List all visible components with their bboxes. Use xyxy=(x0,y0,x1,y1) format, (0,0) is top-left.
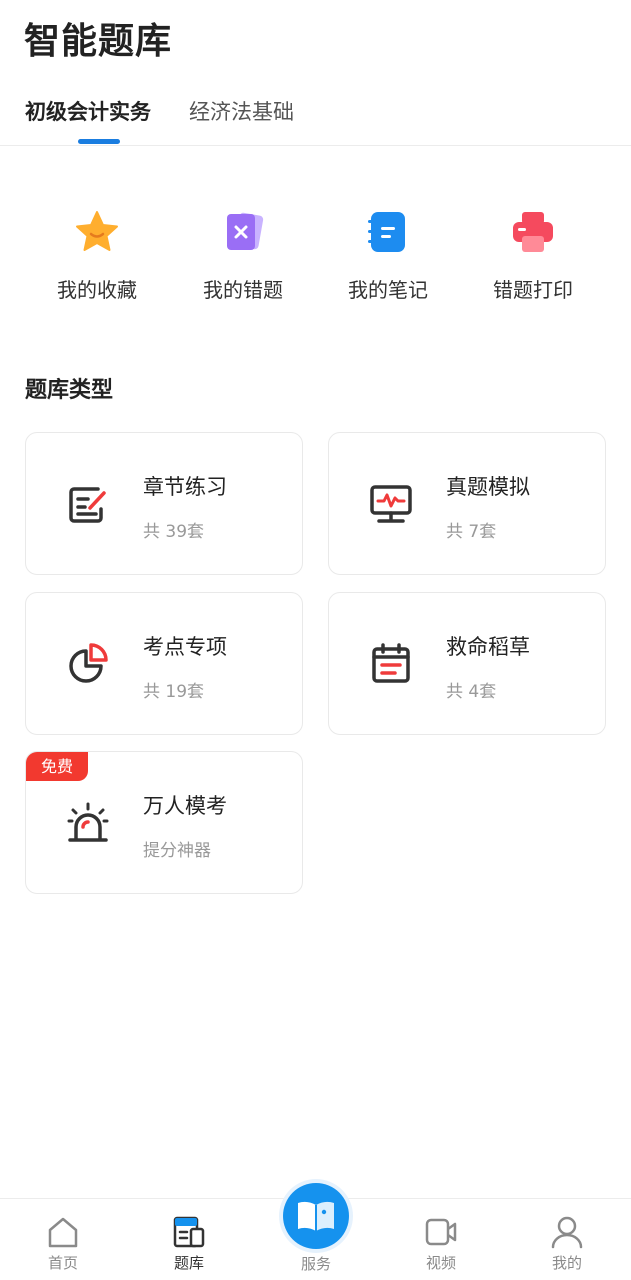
alarm-icon xyxy=(67,802,109,842)
active-tab-indicator xyxy=(78,139,120,144)
quick-action-notes[interactable]: 我的笔记 xyxy=(323,208,453,308)
section-title: 题库类型 xyxy=(25,378,114,403)
tab-economic-law[interactable]: 经济法基础 xyxy=(189,96,294,126)
tabbar-mine[interactable]: 我的 xyxy=(504,1199,630,1280)
tabbar-label: 题库 xyxy=(173,1254,204,1272)
quick-action-label: 我的收藏 xyxy=(57,278,137,302)
tabbar-label: 视频 xyxy=(425,1254,456,1272)
question-bank-icon xyxy=(173,1216,205,1248)
card-past-exam-mock[interactable]: 真题模拟 共 7套 xyxy=(328,432,606,575)
tab-accounting-practice[interactable]: 初级会计实务 xyxy=(25,96,151,126)
card-chapter-exercise[interactable]: 章节练习 共 39套 xyxy=(25,432,303,575)
book-icon xyxy=(298,1201,334,1231)
card-title: 万人模考 xyxy=(143,794,227,818)
card-subtitle: 共 7套 xyxy=(446,522,497,542)
video-icon xyxy=(425,1218,457,1246)
quick-action-favorites[interactable]: 我的收藏 xyxy=(32,208,162,308)
card-subtitle: 共 39套 xyxy=(143,522,205,542)
tabbar-label: 首页 xyxy=(47,1254,78,1272)
tabbar-label: 我的 xyxy=(551,1254,582,1272)
pie-chart-icon xyxy=(69,643,108,683)
card-subtitle: 共 19套 xyxy=(143,682,205,702)
free-badge: 免费 xyxy=(26,752,88,781)
card-key-points[interactable]: 考点专项 共 19套 xyxy=(25,592,303,735)
user-icon xyxy=(551,1216,583,1249)
exercise-icon xyxy=(69,487,106,523)
tabbar-home[interactable]: 首页 xyxy=(0,1199,126,1280)
card-title: 考点专项 xyxy=(143,635,227,659)
quick-action-label: 我的笔记 xyxy=(348,278,428,302)
monitor-icon xyxy=(370,485,412,523)
tabbar-question-bank[interactable]: 题库 xyxy=(126,1199,252,1280)
card-mass-mock-exam[interactable]: 免费 万人模考 提分神器 xyxy=(25,751,303,894)
card-subtitle: 提分神器 xyxy=(143,841,211,861)
page-title: 智能题库 xyxy=(24,21,173,62)
tabbar-video[interactable]: 视频 xyxy=(378,1199,504,1280)
tabbar-label: 服务 xyxy=(300,1255,331,1273)
quick-action-label: 错题打印 xyxy=(493,278,573,302)
subject-tabs: 初级会计实务 经济法基础 xyxy=(0,80,631,146)
notebook-icon xyxy=(368,212,405,252)
printer-icon xyxy=(513,212,553,252)
card-title: 真题模拟 xyxy=(446,475,530,499)
star-icon xyxy=(76,211,118,251)
card-lifesaver[interactable]: 救命稻草 共 4套 xyxy=(328,592,606,735)
quick-action-label: 我的错题 xyxy=(203,278,283,302)
card-subtitle: 共 4套 xyxy=(446,682,497,702)
quick-action-wrong-questions[interactable]: 我的错题 xyxy=(178,208,308,308)
tabbar-service-button[interactable] xyxy=(283,1183,349,1249)
calendar-icon xyxy=(372,643,410,683)
home-icon xyxy=(48,1217,78,1248)
wrong-questions-icon xyxy=(227,212,264,250)
card-title: 章节练习 xyxy=(143,475,227,499)
card-title: 救命稻草 xyxy=(446,635,530,659)
quick-action-print[interactable]: 错题打印 xyxy=(468,208,598,308)
